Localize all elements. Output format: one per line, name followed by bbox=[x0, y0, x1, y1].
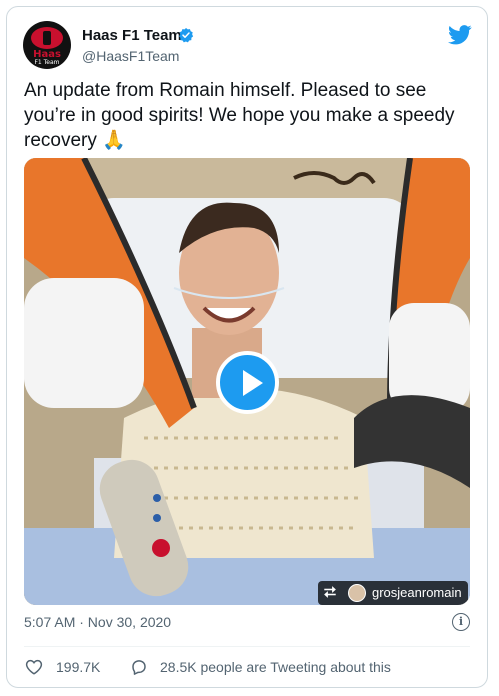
tweet-timestamp[interactable]: 5:07 AM · Nov 30, 2020 bbox=[24, 614, 171, 630]
tweet-card: Haas F1 Team Haas F1 Team @HaasF1Team An… bbox=[6, 6, 488, 688]
haas-logo-icon bbox=[31, 27, 63, 49]
play-icon[interactable] bbox=[216, 351, 279, 414]
verified-badge-icon bbox=[179, 28, 194, 43]
twitter-bird-icon[interactable] bbox=[448, 25, 472, 45]
account-name[interactable]: Haas F1 Team bbox=[82, 27, 182, 44]
heart-icon[interactable] bbox=[25, 658, 43, 676]
repost-icon: ⮂ bbox=[324, 584, 337, 601]
account-handle[interactable]: @HaasF1Team bbox=[82, 48, 179, 64]
info-icon[interactable]: i bbox=[452, 613, 470, 631]
divider bbox=[24, 646, 470, 647]
repost-avatar bbox=[348, 584, 366, 602]
repost-tag: ⮂ grosjeanromain bbox=[318, 581, 468, 605]
tweet-actions: 199.7K 28.5K people are Tweeting about t… bbox=[24, 655, 470, 679]
tweet-text: An update from Romain himself. Pleased t… bbox=[24, 80, 455, 151]
reply-bubble-icon[interactable] bbox=[130, 658, 148, 676]
like-count[interactable]: 199.7K bbox=[56, 659, 100, 675]
repost-username: grosjeanromain bbox=[372, 585, 462, 600]
account-avatar[interactable]: Haas F1 Team bbox=[23, 21, 71, 69]
avatar-logo-subtext: F1 Team bbox=[34, 59, 60, 66]
video-player[interactable]: ⮂ grosjeanromain bbox=[24, 158, 470, 605]
tweeting-about-link[interactable]: 28.5K people are Tweeting about this bbox=[160, 659, 391, 675]
